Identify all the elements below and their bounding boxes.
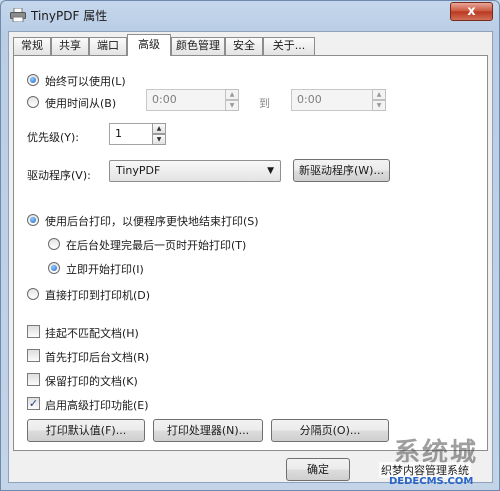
keep-printed-checkbox[interactable] — [27, 373, 40, 386]
start-immediately-label: 立即开始打印(I) — [66, 263, 144, 276]
keep-printed-label: 保留打印的文档(K) — [45, 375, 138, 388]
watermark: 系统城 织梦内容管理系统 DEDECMS.COM — [339, 432, 499, 490]
priority-field[interactable]: 1 — [109, 123, 153, 145]
advanced-features-checkbox[interactable]: ✓ — [27, 397, 40, 410]
print-spooled-first-label: 首先打印后台文档(R) — [45, 351, 150, 364]
driver-select-value: TinyPDF — [116, 164, 161, 177]
priority-spinner[interactable]: ▲ ▼ — [152, 123, 166, 145]
tab-color-management[interactable]: 颜色管理 — [171, 37, 225, 55]
to-label: 到 — [259, 97, 270, 110]
dialog-client: 常规 共享 端口 高级 颜色管理 安全 关于... 始终可以使用(L) 使用时间… — [8, 31, 493, 483]
advanced-panel: 始终可以使用(L) 使用时间从(B) 0:00 ▲ ▼ 到 0:00 ▲ ▼ 优先级… — [13, 55, 488, 451]
chevron-down-icon: ▼ — [267, 166, 274, 176]
start-after-last-page-radio[interactable] — [48, 238, 60, 250]
hold-mismatched-checkbox[interactable] — [27, 325, 40, 338]
spool-label: 使用后台打印，以便程序更快地结束打印(S) — [45, 215, 259, 228]
always-available-label: 始终可以使用(L) — [45, 75, 126, 88]
available-from-radio[interactable] — [27, 96, 39, 108]
advanced-features-label: 启用高级打印功能(E) — [45, 399, 149, 412]
start-time-spinner[interactable]: ▲ ▼ — [225, 89, 239, 111]
spool-radio[interactable] — [27, 214, 39, 226]
watermark-url: DEDECMS.COM — [389, 476, 474, 487]
properties-window: TinyPDF 属性 x 常规 共享 端口 高级 颜色管理 安全 关于... 始… — [0, 0, 500, 491]
tab-advanced[interactable]: 高级 — [127, 34, 171, 56]
always-available-radio[interactable] — [27, 74, 39, 86]
title-bar[interactable]: TinyPDF 属性 x — [1, 1, 499, 29]
print-direct-label: 直接打印到打印机(D) — [45, 289, 151, 302]
driver-label: 驱动程序(V): — [27, 169, 91, 182]
tab-security[interactable]: 安全 — [225, 37, 263, 55]
printer-icon — [10, 8, 26, 22]
new-driver-button[interactable]: 新驱动程序(W)... — [293, 159, 390, 182]
tab-general[interactable]: 常规 — [13, 37, 51, 55]
start-immediately-radio[interactable] — [48, 262, 60, 274]
end-time-field[interactable]: 0:00 — [291, 89, 373, 111]
available-from-label: 使用时间从(B) — [45, 97, 117, 110]
start-after-last-page-label: 在后台处理完最后一页时开始打印(T) — [66, 239, 247, 252]
print-spooled-first-checkbox[interactable] — [27, 349, 40, 362]
printing-defaults-button[interactable]: 打印默认值(F)... — [27, 419, 145, 442]
divider — [27, 197, 386, 198]
hold-mismatched-label: 挂起不匹配文档(H) — [45, 327, 139, 340]
start-time-field[interactable]: 0:00 — [146, 89, 226, 111]
priority-label: 优先级(Y): — [27, 131, 80, 144]
driver-select[interactable]: TinyPDF ▼ — [109, 160, 281, 182]
print-direct-radio[interactable] — [27, 288, 39, 300]
close-button[interactable]: x — [450, 2, 493, 21]
tab-sharing[interactable]: 共享 — [51, 37, 89, 55]
window-title: TinyPDF 属性 — [31, 9, 108, 23]
divider — [27, 308, 386, 309]
end-time-spinner[interactable]: ▲ ▼ — [372, 89, 386, 111]
tab-ports[interactable]: 端口 — [89, 37, 127, 55]
print-processor-button[interactable]: 打印处理器(N)... — [153, 419, 263, 442]
tab-about[interactable]: 关于... — [263, 37, 315, 55]
